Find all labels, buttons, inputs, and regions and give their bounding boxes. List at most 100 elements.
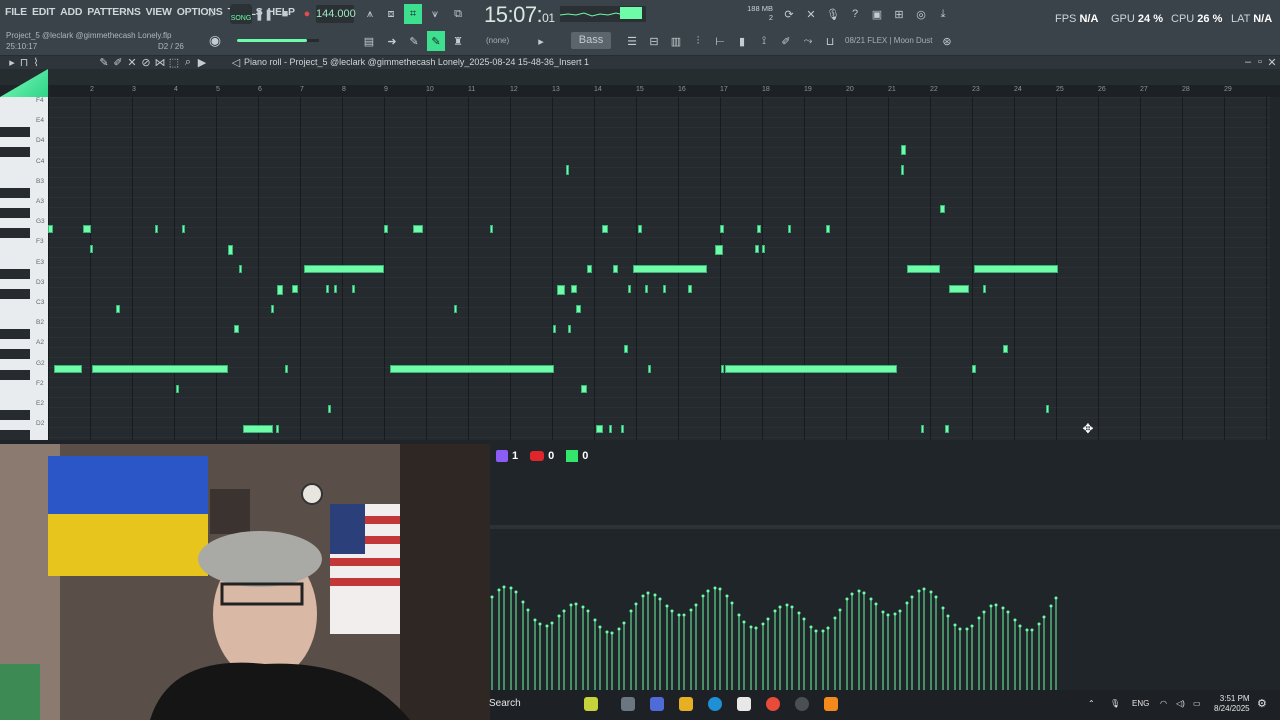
velocity-handle[interactable] [706, 589, 710, 593]
wifi-icon[interactable]: ◠ [1160, 699, 1167, 708]
globe-icon[interactable]: ⊛ [939, 33, 955, 49]
note-block[interactable] [609, 425, 612, 433]
note-block[interactable] [352, 285, 355, 293]
pencil-icon[interactable]: ✎ [427, 31, 445, 51]
black-key[interactable] [0, 127, 30, 138]
menu-view[interactable]: VIEW [146, 6, 172, 18]
velocity-handle[interactable] [682, 613, 686, 617]
note-block[interactable] [54, 365, 82, 373]
black-key[interactable] [0, 187, 30, 198]
velocity-handle[interactable] [869, 597, 873, 601]
microphone-icon[interactable]: 🎙 [825, 6, 841, 22]
chevron-right-icon[interactable]: ▸ [533, 33, 549, 49]
velocity-handle[interactable] [646, 591, 650, 595]
stamp-icon[interactable]: ♜ [450, 33, 466, 49]
note-block[interactable] [581, 385, 587, 393]
note-block[interactable] [949, 285, 969, 293]
black-key[interactable] [0, 268, 30, 279]
step-sequencer-icon[interactable]: ⊟ [646, 33, 662, 49]
velocity-handle[interactable] [557, 614, 561, 618]
velocity-handle[interactable] [982, 610, 986, 614]
master-volume-slider[interactable] [237, 39, 307, 42]
velocity-handle[interactable] [821, 629, 825, 633]
note-block[interactable] [663, 285, 666, 293]
velocity-handle[interactable] [802, 617, 806, 621]
note-block[interactable] [648, 365, 651, 373]
note-block[interactable] [688, 285, 692, 293]
note-block[interactable] [326, 285, 329, 293]
note-block[interactable] [907, 265, 940, 273]
velocity-handle[interactable] [509, 586, 513, 590]
velocity-handle[interactable] [1042, 615, 1046, 619]
velocity-handle[interactable] [838, 608, 842, 612]
note-block[interactable] [940, 205, 945, 213]
velocity-handle[interactable] [629, 609, 633, 613]
black-key[interactable] [0, 208, 30, 218]
note-block[interactable] [638, 225, 642, 233]
taskbar-search[interactable]: Search [489, 698, 521, 709]
speaker-icon[interactable]: ◁ [228, 54, 244, 70]
browser-icon[interactable]: ⊢ [712, 33, 728, 49]
velocity-handle[interactable] [1018, 624, 1022, 628]
velocity-handle[interactable] [862, 591, 866, 595]
note-block[interactable] [788, 225, 791, 233]
velocity-handle[interactable] [754, 626, 758, 630]
mixer-icon[interactable]: ⊞ [891, 6, 907, 22]
menu-edit[interactable]: EDIT [32, 6, 55, 18]
wait-icon[interactable]: ⧈ [383, 6, 399, 22]
velocity-handle[interactable] [881, 610, 885, 614]
note-block[interactable] [155, 225, 158, 233]
velocity-handle[interactable] [934, 595, 938, 599]
note-block[interactable] [645, 285, 648, 293]
velocity-handle[interactable] [581, 605, 585, 609]
note-block[interactable] [901, 145, 906, 155]
velocity-lane[interactable] [490, 440, 1280, 690]
note-block[interactable] [613, 265, 618, 273]
velocity-handle[interactable] [598, 625, 602, 629]
note-block[interactable] [624, 345, 628, 353]
record-icon[interactable]: ● [299, 6, 315, 22]
note-block[interactable] [596, 425, 603, 433]
note-block[interactable] [901, 165, 904, 175]
note-block[interactable] [490, 225, 493, 233]
note-block[interactable] [239, 265, 242, 273]
note-block[interactable] [228, 245, 233, 255]
velocity-handle[interactable] [502, 585, 506, 589]
playback-tool-icon[interactable]: ▶ [194, 54, 210, 70]
black-key[interactable] [0, 147, 30, 158]
song-mode-button[interactable]: SONG [230, 4, 252, 24]
velocity-handle[interactable] [497, 588, 501, 592]
note-block[interactable] [92, 365, 228, 373]
velocity-handle[interactable] [785, 603, 789, 607]
note-block[interactable] [116, 305, 120, 313]
black-key[interactable] [0, 329, 30, 340]
note-block[interactable] [628, 285, 631, 293]
velocity-handle[interactable] [1037, 622, 1041, 626]
metronome-icon[interactable]: ⩚ [362, 6, 378, 22]
note-block[interactable] [553, 325, 556, 333]
velocity-handle[interactable] [850, 592, 854, 596]
velocity-handle[interactable] [809, 625, 813, 629]
velocity-handle[interactable] [994, 603, 998, 607]
velocity-handle[interactable] [490, 595, 494, 599]
clock-icon[interactable]: ◌ [203, 4, 219, 21]
channel-selector[interactable]: Bass [571, 32, 611, 49]
battery-icon[interactable]: ▭ [1193, 699, 1201, 708]
velocity-handle[interactable] [718, 587, 722, 591]
note-block[interactable] [715, 245, 723, 255]
help-icon[interactable]: ? [847, 6, 863, 22]
note-block[interactable] [271, 305, 274, 313]
stop-icon[interactable]: ■ [277, 6, 293, 22]
language-indicator[interactable]: ENG [1132, 699, 1149, 708]
velocity-handle[interactable] [1001, 606, 1005, 610]
loop-record-icon[interactable]: ⩛ [427, 6, 443, 22]
velocity-handle[interactable] [1006, 610, 1010, 614]
velocity-handle[interactable] [610, 631, 614, 635]
velocity-handle[interactable] [742, 620, 746, 624]
channel-none[interactable]: (none) [486, 36, 509, 45]
tools-icon[interactable]: ✕ [803, 6, 819, 22]
note-block[interactable] [328, 405, 331, 413]
velocity-handle[interactable] [1025, 628, 1029, 632]
note-block[interactable] [48, 225, 53, 233]
note-block[interactable] [292, 285, 298, 293]
